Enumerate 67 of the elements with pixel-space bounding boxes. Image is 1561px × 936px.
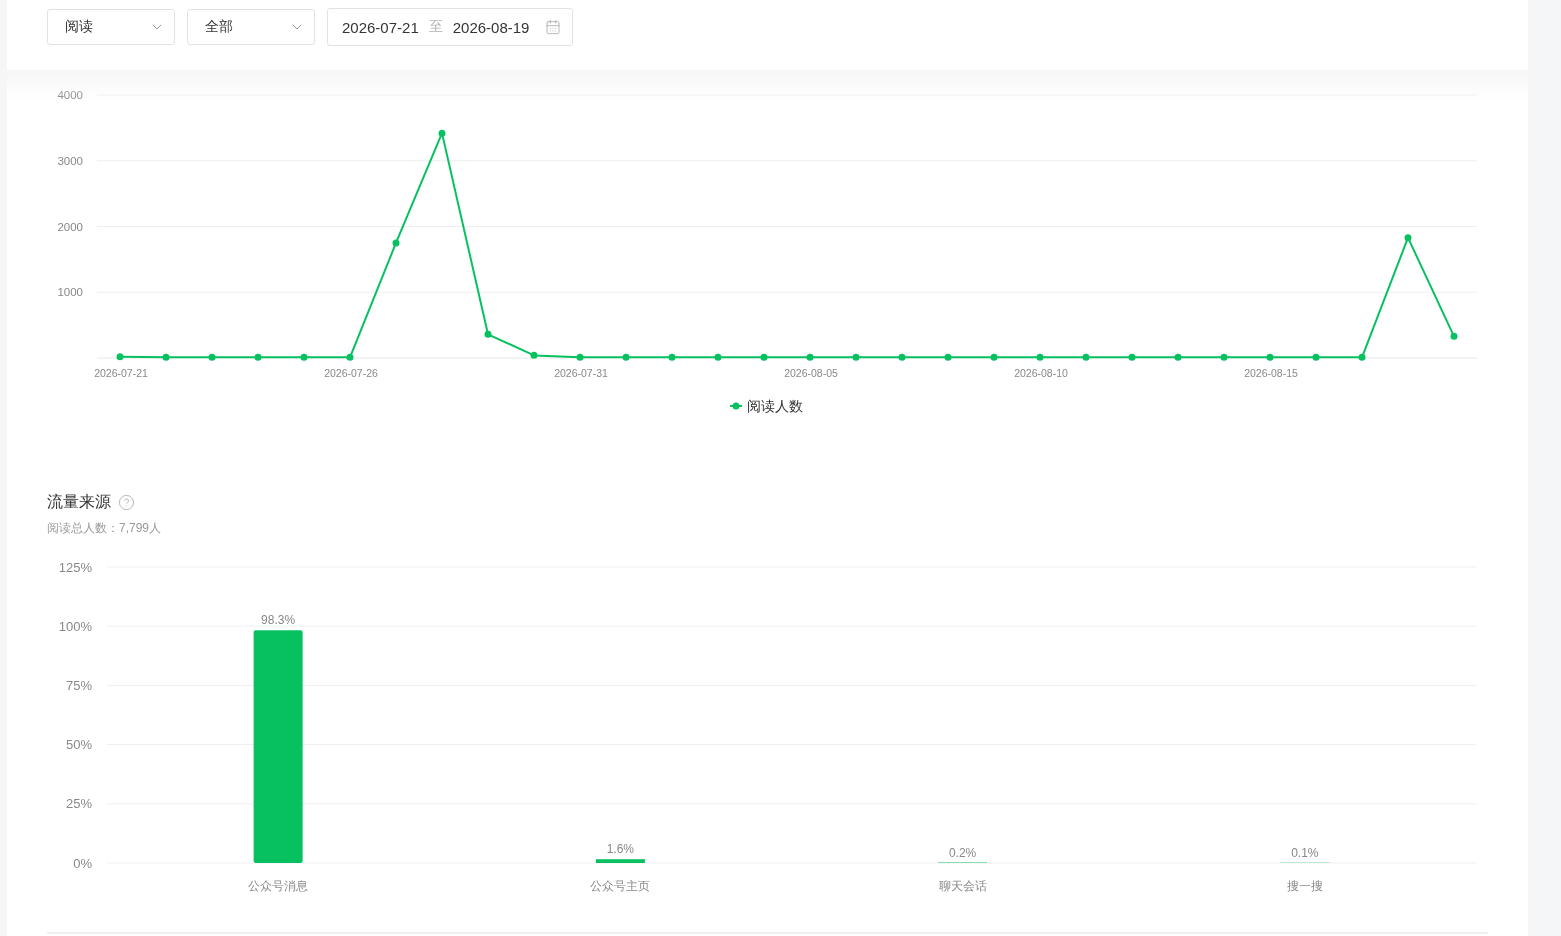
- data-point: [1404, 234, 1412, 242]
- data-point: [300, 353, 308, 361]
- data-point: [1266, 353, 1274, 361]
- axis-label: 2000: [57, 220, 83, 233]
- axis-label: 3000: [57, 154, 83, 167]
- data-point: [668, 353, 676, 361]
- data-point: [530, 351, 538, 359]
- category-label: 聊天会话: [938, 879, 987, 893]
- total-readers-text: 阅读总人数：7,799人: [47, 520, 162, 536]
- start-date-input[interactable]: 2026-07-21: [342, 18, 419, 36]
- axis-label: 75%: [65, 677, 92, 693]
- data-point: [898, 353, 906, 361]
- data-point: [1082, 353, 1090, 361]
- data-point: [254, 353, 262, 361]
- value-label: 98.3%: [261, 613, 296, 628]
- help-icon[interactable]: [118, 493, 135, 511]
- data-point: [714, 353, 722, 361]
- data-point: [852, 353, 860, 361]
- category-label: 公众号消息: [248, 879, 309, 893]
- data-point: [806, 353, 814, 361]
- axis-label: 25%: [65, 796, 92, 812]
- data-point: [1450, 332, 1458, 340]
- legend-icon: [729, 402, 743, 410]
- axis-label: 1000: [57, 286, 83, 299]
- range-separator: 至: [428, 18, 443, 36]
- value-label: 1.6%: [606, 842, 635, 857]
- value-label: 0.2%: [948, 845, 977, 860]
- data-point: [760, 353, 768, 361]
- axis-label: 2026-07-31: [554, 367, 608, 379]
- axis-label: 0%: [73, 855, 92, 871]
- data-point: [1036, 353, 1044, 361]
- date-range-picker[interactable]: 2026-07-21 至 2026-08-19: [327, 8, 573, 46]
- data-point: [438, 129, 446, 137]
- axis-label: 2026-08-05: [784, 367, 838, 379]
- data-point: [990, 353, 998, 361]
- value-label: 0.1%: [1291, 845, 1319, 860]
- data-point: [162, 353, 170, 361]
- axis-label: 2026-08-15: [1244, 367, 1298, 379]
- end-date-input[interactable]: 2026-08-19: [452, 18, 530, 36]
- data-point: [116, 353, 124, 361]
- data-point: [1128, 353, 1136, 361]
- data-point: [1312, 353, 1320, 361]
- category-label: 公众号主页: [590, 879, 651, 893]
- category-label: 搜一搜: [1286, 879, 1323, 893]
- data-point: [576, 353, 584, 361]
- legend-label: 阅读人数: [747, 398, 803, 414]
- data-point: [944, 353, 952, 361]
- axis-label: 2026-07-21: [94, 367, 148, 379]
- axis-label: 4000: [57, 89, 83, 101]
- axis-label: 50%: [65, 737, 92, 753]
- axis-label: 125%: [58, 559, 92, 575]
- data-point: [484, 330, 492, 338]
- scope-dropdown[interactable]: 全部: [187, 9, 315, 45]
- data-point: [346, 353, 354, 361]
- data-point: [622, 353, 630, 361]
- section-title: 流量来源: [47, 492, 111, 512]
- data-point: [208, 353, 216, 361]
- bar: [595, 859, 645, 863]
- data-point: [1174, 353, 1182, 361]
- data-point: [1358, 353, 1366, 361]
- calendar-icon: [545, 19, 561, 35]
- data-point: [1220, 353, 1228, 361]
- axis-label: 2026-08-10: [1014, 367, 1068, 379]
- metric-dropdown[interactable]: 阅读: [47, 9, 175, 45]
- axis-label: 2026-07-26: [324, 367, 378, 379]
- axis-label: 100%: [58, 618, 92, 634]
- data-point: [392, 239, 400, 247]
